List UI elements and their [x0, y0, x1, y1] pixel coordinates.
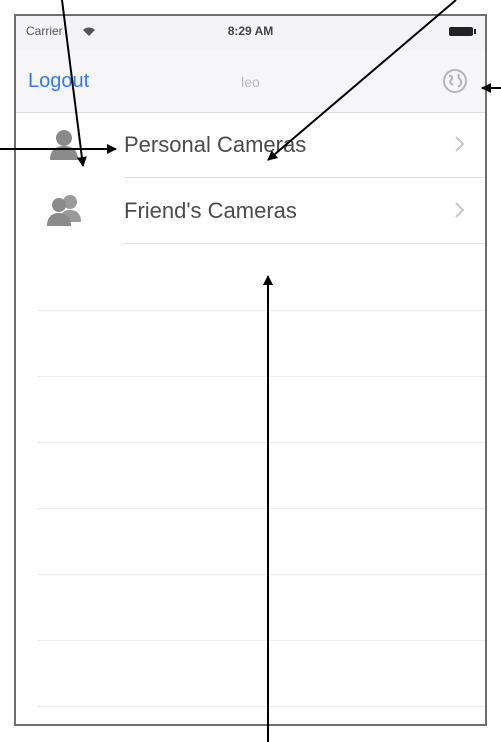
- battery-icon: [449, 27, 476, 36]
- globe-icon[interactable]: [441, 67, 469, 95]
- empty-row-divider: [38, 640, 485, 641]
- chevron-right-icon: [453, 200, 467, 220]
- people-icon: [46, 192, 82, 228]
- status-time: 8:29 AM: [227, 24, 274, 38]
- list-item-label: Friend's Cameras: [124, 198, 297, 223]
- empty-row-divider: [38, 310, 485, 311]
- phone-screen: Carrier 8:29 AM Logout leo Personal Came…: [14, 14, 487, 726]
- row-separator: [124, 243, 485, 244]
- chevron-right-icon: [453, 134, 467, 154]
- status-bar: Carrier 8:29 AM: [16, 16, 485, 50]
- empty-row-divider: [38, 508, 485, 509]
- empty-row-divider: [38, 442, 485, 443]
- empty-row-divider: [38, 574, 485, 575]
- list-item-label: Personal Cameras: [124, 132, 307, 157]
- logout-button[interactable]: Logout: [28, 70, 89, 93]
- person-icon: [46, 126, 82, 162]
- empty-row-divider: [38, 376, 485, 377]
- list-item-friends-cameras[interactable]: Friend's Cameras: [16, 178, 485, 244]
- navigation-bar: Logout leo: [16, 50, 485, 113]
- list-item-personal-cameras[interactable]: Personal Cameras: [16, 112, 485, 178]
- camera-list: Personal Cameras Friend's Cameras: [16, 112, 485, 244]
- empty-row-divider: [38, 706, 485, 707]
